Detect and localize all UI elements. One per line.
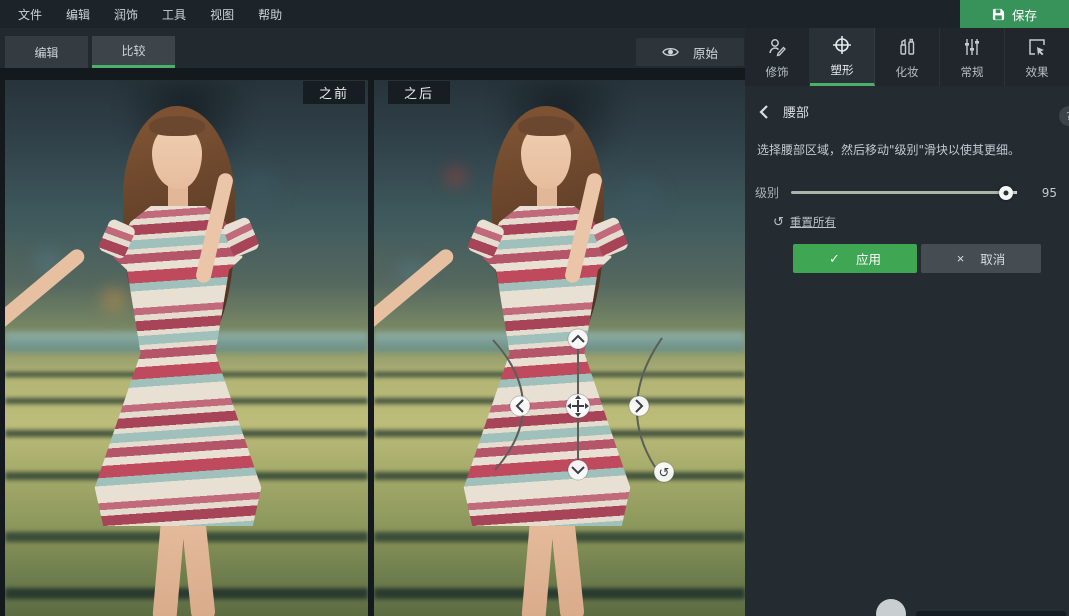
level-slider-row: 级别 95 [755, 184, 1057, 201]
svg-text:↺: ↺ [659, 466, 670, 481]
check-icon: ✓ [829, 251, 840, 267]
save-icon [992, 8, 1005, 21]
view-tab-bar: 编辑 比较 原始 [0, 28, 745, 68]
back-button[interactable] [759, 105, 769, 119]
panel-header: 腰部 [745, 86, 1069, 127]
watermark-circle [876, 599, 906, 616]
eye-icon [662, 46, 679, 58]
level-slider-thumb[interactable] [999, 186, 1013, 200]
chevron-left-icon [759, 105, 769, 119]
tool-tab-label: 化妆 [896, 64, 919, 80]
after-badge: 之后 [388, 81, 450, 104]
save-label: 保存 [1012, 5, 1037, 24]
menu-bar: 文件 编辑 润饰 工具 视图 帮助 保存 [0, 0, 1069, 28]
photo-before: 之前 [5, 80, 368, 616]
tool-tab-effects[interactable]: 效果 [1005, 28, 1069, 86]
tool-tab-retouch[interactable]: 修饰 [745, 28, 810, 86]
slider-label: 级别 [755, 184, 781, 201]
tools-panel: 修饰 塑形 化妆 常规 效果 [745, 28, 1069, 616]
watermark-logo [876, 599, 1066, 616]
subject-figure [5, 80, 368, 616]
tool-tab-label: 效果 [1026, 64, 1049, 80]
effects-icon [1027, 37, 1047, 60]
subject-arm [5, 246, 87, 336]
before-badge: 之前 [303, 81, 365, 104]
gizmo-rotate-handle[interactable]: ↺ [654, 462, 674, 482]
gizmo-down-handle[interactable] [568, 460, 588, 480]
action-buttons: ✓ 应用 × 取消 [793, 244, 1069, 273]
watermark-text [916, 611, 1066, 616]
tool-tab-general[interactable]: 常规 [940, 28, 1005, 86]
reset-row: ↺ 重置所有 [773, 214, 1057, 230]
reset-icon: ↺ [773, 216, 784, 229]
menu-view[interactable]: 视图 [202, 6, 242, 23]
general-icon [962, 37, 982, 60]
tool-tab-sculpt[interactable]: 塑形 [810, 28, 875, 86]
menu-edit[interactable]: 编辑 [58, 6, 98, 23]
tool-tab-bar: 修饰 塑形 化妆 常规 效果 [745, 28, 1069, 86]
cancel-button[interactable]: × 取消 [921, 244, 1041, 273]
photo-after[interactable]: 之后 [374, 80, 745, 616]
retouch-icon [767, 37, 787, 60]
tool-tab-label: 塑形 [831, 62, 854, 78]
menu-file[interactable]: 文件 [10, 6, 50, 23]
reset-all-link[interactable]: 重置所有 [790, 214, 836, 230]
apply-button[interactable]: ✓ 应用 [793, 244, 917, 273]
editor-canvas: 之前 之后 [0, 68, 745, 616]
tool-tab-label: 常规 [961, 64, 984, 80]
tool-tab-label: 修饰 [766, 64, 789, 80]
tool-description: 选择腰部区域，然后移动"级别"滑块以使其更细。 [757, 141, 1057, 158]
waist-gizmo: ↺ [474, 325, 684, 495]
cancel-label: 取消 [980, 249, 1005, 268]
gizmo-up-handle[interactable] [568, 329, 588, 349]
makeup-icon [897, 37, 917, 60]
original-label: 原始 [693, 43, 718, 62]
gizmo-right-handle[interactable] [629, 396, 649, 416]
tool-tab-makeup[interactable]: 化妆 [875, 28, 940, 86]
subject-arm [374, 246, 456, 336]
panel-title: 腰部 [783, 102, 809, 121]
original-button[interactable]: 原始 [636, 38, 744, 66]
gizmo-move-handle[interactable] [566, 394, 590, 418]
apply-label: 应用 [856, 249, 881, 268]
save-button[interactable]: 保存 [960, 0, 1069, 28]
sculpt-icon [832, 35, 852, 58]
menu-help[interactable]: 帮助 [250, 6, 290, 23]
menu-tools[interactable]: 工具 [154, 6, 194, 23]
close-icon: × [957, 251, 965, 266]
tab-compare[interactable]: 比较 [92, 36, 175, 68]
slider-value: 95 [1027, 186, 1057, 200]
gizmo-left-handle[interactable] [510, 396, 530, 416]
tab-edit[interactable]: 编辑 [5, 36, 88, 68]
menu-retouch[interactable]: 润饰 [106, 6, 146, 23]
level-slider-track[interactable] [791, 191, 1017, 194]
